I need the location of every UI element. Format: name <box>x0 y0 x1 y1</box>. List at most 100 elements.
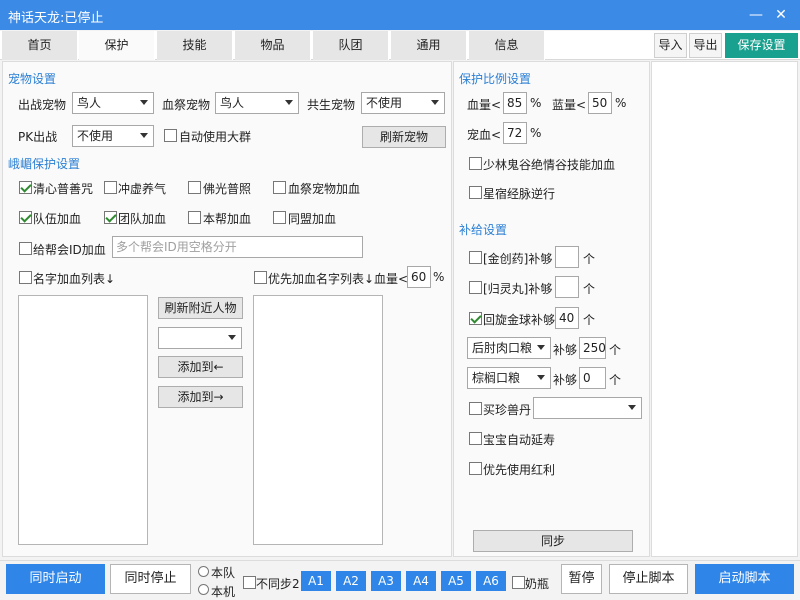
mp-ratio-label: 蓝量< <box>552 98 587 112</box>
emei-check-4[interactable] <box>273 181 286 194</box>
supply-settings-heading: 补给设置 <box>459 223 508 237</box>
name-list-box[interactable] <box>18 295 148 545</box>
supply-input-1[interactable] <box>555 246 579 268</box>
add-right-button[interactable]: 添加到→ <box>158 386 243 408</box>
supply-check-3[interactable] <box>469 312 482 325</box>
baby-extend-label: 宝宝自动延寿 <box>483 433 556 447</box>
pet-settings-heading: 宠物设置 <box>8 72 57 86</box>
milk-checkbox[interactable] <box>512 576 525 589</box>
xingsu-checkbox[interactable] <box>469 186 482 199</box>
food1-unit: 个 <box>609 343 622 357</box>
save-settings-button[interactable]: 保存设置 <box>725 33 798 58</box>
pet-hp-ratio-input[interactable]: 72 <box>503 122 527 144</box>
import-button[interactable]: 导入 <box>654 33 687 58</box>
radio-local[interactable] <box>198 584 209 595</box>
start-script-button[interactable]: 启动脚本 <box>695 564 794 594</box>
emei-check-2[interactable] <box>104 181 117 194</box>
buy-pet-pill-checkbox[interactable] <box>469 402 482 415</box>
baby-extend-checkbox[interactable] <box>469 432 482 445</box>
supply-label-3: 回旋金球补够 <box>483 313 556 327</box>
start-all-button[interactable]: 同时启动 <box>6 564 105 594</box>
mp-ratio-input[interactable]: 50 <box>588 92 612 114</box>
supply-input-2[interactable] <box>555 276 579 298</box>
auto-group-checkbox[interactable] <box>164 129 177 142</box>
hp-ratio-unit: % <box>530 96 542 110</box>
refresh-pet-button[interactable]: 刷新宠物 <box>362 126 446 148</box>
nosync-label: 不同步2 <box>256 577 300 591</box>
bonus-first-label: 优先使用红利 <box>483 463 556 477</box>
bonus-first-checkbox[interactable] <box>469 462 482 475</box>
stop-script-button[interactable]: 停止脚本 <box>609 564 688 594</box>
nearby-player-select[interactable] <box>158 327 242 349</box>
radio-local-label: 本机 <box>211 585 236 599</box>
account-a6-button[interactable]: A6 <box>476 571 506 591</box>
priority-list-box[interactable] <box>253 295 383 545</box>
food1-value: 后肘肉口粮 <box>472 341 533 355</box>
food2-select[interactable]: 棕榈口粮 <box>467 367 551 389</box>
tab-items[interactable]: 物品 <box>235 31 311 60</box>
sacrifice-pet-label: 血祭宠物 <box>162 98 211 112</box>
pk-battle-select[interactable]: 不使用 <box>72 125 154 147</box>
buy-pet-pill-select[interactable] <box>533 397 642 419</box>
buy-pet-pill-label: 买珍兽丹 <box>483 403 532 417</box>
chevron-down-icon <box>140 100 148 105</box>
emei-check-5[interactable] <box>19 211 32 224</box>
food1-count-input[interactable]: 250 <box>579 337 606 359</box>
radio-team[interactable] <box>198 566 209 577</box>
guild-id-placeholder: 多个帮会ID用空格分开 <box>116 240 237 254</box>
account-a5-button[interactable]: A5 <box>441 571 471 591</box>
account-a2-button[interactable]: A2 <box>336 571 366 591</box>
pet-hp-ratio-label: 宠血< <box>467 128 502 142</box>
pause-button[interactable]: 暂停 <box>561 564 602 594</box>
pk-battle-value: 不使用 <box>77 129 114 143</box>
name-list-checkbox[interactable] <box>19 271 32 284</box>
close-button[interactable]: ✕ <box>770 4 792 26</box>
tab-info[interactable]: 信息 <box>469 31 545 60</box>
tab-team[interactable]: 队团 <box>313 31 389 60</box>
emei-check-3[interactable] <box>188 181 201 194</box>
share-pet-select[interactable]: 不使用 <box>361 92 445 114</box>
emei-label-2: 冲虚养气 <box>118 182 167 196</box>
guild-id-input[interactable]: 多个帮会ID用空格分开 <box>112 236 363 258</box>
battle-pet-select[interactable]: 鸟人 <box>72 92 154 114</box>
supply-check-1[interactable] <box>469 251 482 264</box>
title-bar: 神话天龙:已停止 — ✕ <box>0 0 800 30</box>
tab-general[interactable]: 通用 <box>391 31 467 60</box>
hp-ratio-input[interactable]: 85 <box>503 92 527 114</box>
food2-unit: 个 <box>609 373 622 387</box>
emei-check-1[interactable] <box>19 181 32 194</box>
emei-check-8[interactable] <box>273 211 286 224</box>
tab-home[interactable]: 首页 <box>2 31 78 60</box>
add-left-button[interactable]: 添加到← <box>158 356 243 378</box>
account-a1-button[interactable]: A1 <box>301 571 331 591</box>
food1-select[interactable]: 后肘肉口粮 <box>467 337 551 359</box>
nosync-checkbox[interactable] <box>243 576 256 589</box>
supply-input-3[interactable]: 40 <box>555 307 579 329</box>
food2-count-input[interactable]: 0 <box>579 367 606 389</box>
tab-protect[interactable]: 保护 <box>79 31 155 60</box>
sync-button[interactable]: 同步 <box>473 530 633 552</box>
shaolin-checkbox[interactable] <box>469 157 482 170</box>
priority-hp-unit: % <box>433 270 445 284</box>
priority-list-checkbox[interactable] <box>254 271 267 284</box>
tab-skills[interactable]: 技能 <box>157 31 233 60</box>
supply-unit-3: 个 <box>583 313 596 327</box>
refresh-nearby-button[interactable]: 刷新附近人物 <box>158 297 243 319</box>
emei-check-6[interactable] <box>104 211 117 224</box>
minimize-button[interactable]: — <box>745 4 767 26</box>
supply-check-2[interactable] <box>469 281 482 294</box>
name-list-label: 名字加血列表↓ <box>33 272 116 286</box>
priority-hp-input[interactable]: 60 <box>407 266 431 288</box>
battle-pet-value: 鸟人 <box>77 96 102 110</box>
emei-label-7: 本帮加血 <box>203 212 252 226</box>
sacrifice-pet-select[interactable]: 鸟人 <box>215 92 299 114</box>
export-button[interactable]: 导出 <box>689 33 722 58</box>
emei-settings-heading: 峨嵋保护设置 <box>8 157 81 171</box>
share-pet-label: 共生宠物 <box>307 98 356 112</box>
emei-check-7[interactable] <box>188 211 201 224</box>
account-a4-button[interactable]: A4 <box>406 571 436 591</box>
pet-hp-ratio-unit: % <box>530 126 542 140</box>
account-a3-button[interactable]: A3 <box>371 571 401 591</box>
stop-all-button[interactable]: 同时停止 <box>110 564 191 594</box>
guild-id-checkbox[interactable] <box>19 242 32 255</box>
